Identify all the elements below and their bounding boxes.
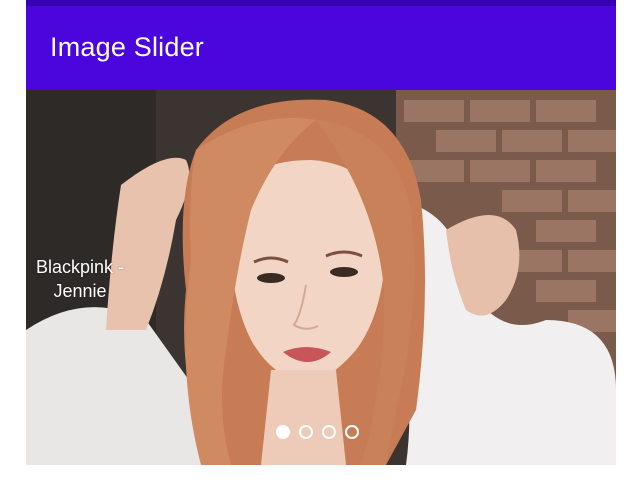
slide-indicator <box>276 425 359 439</box>
slide-dot-4[interactable] <box>345 425 359 439</box>
app-screen: Image Slider Blackpink - Jennie <box>26 0 616 465</box>
app-bar: Image Slider <box>26 6 616 90</box>
image-slider[interactable]: Blackpink - Jennie <box>26 90 616 465</box>
slide-dot-3[interactable] <box>322 425 336 439</box>
slide-dot-2[interactable] <box>299 425 313 439</box>
slide-caption: Blackpink - Jennie <box>35 257 125 301</box>
app-title: Image Slider <box>50 31 204 62</box>
slide-dot-1[interactable] <box>276 425 290 439</box>
